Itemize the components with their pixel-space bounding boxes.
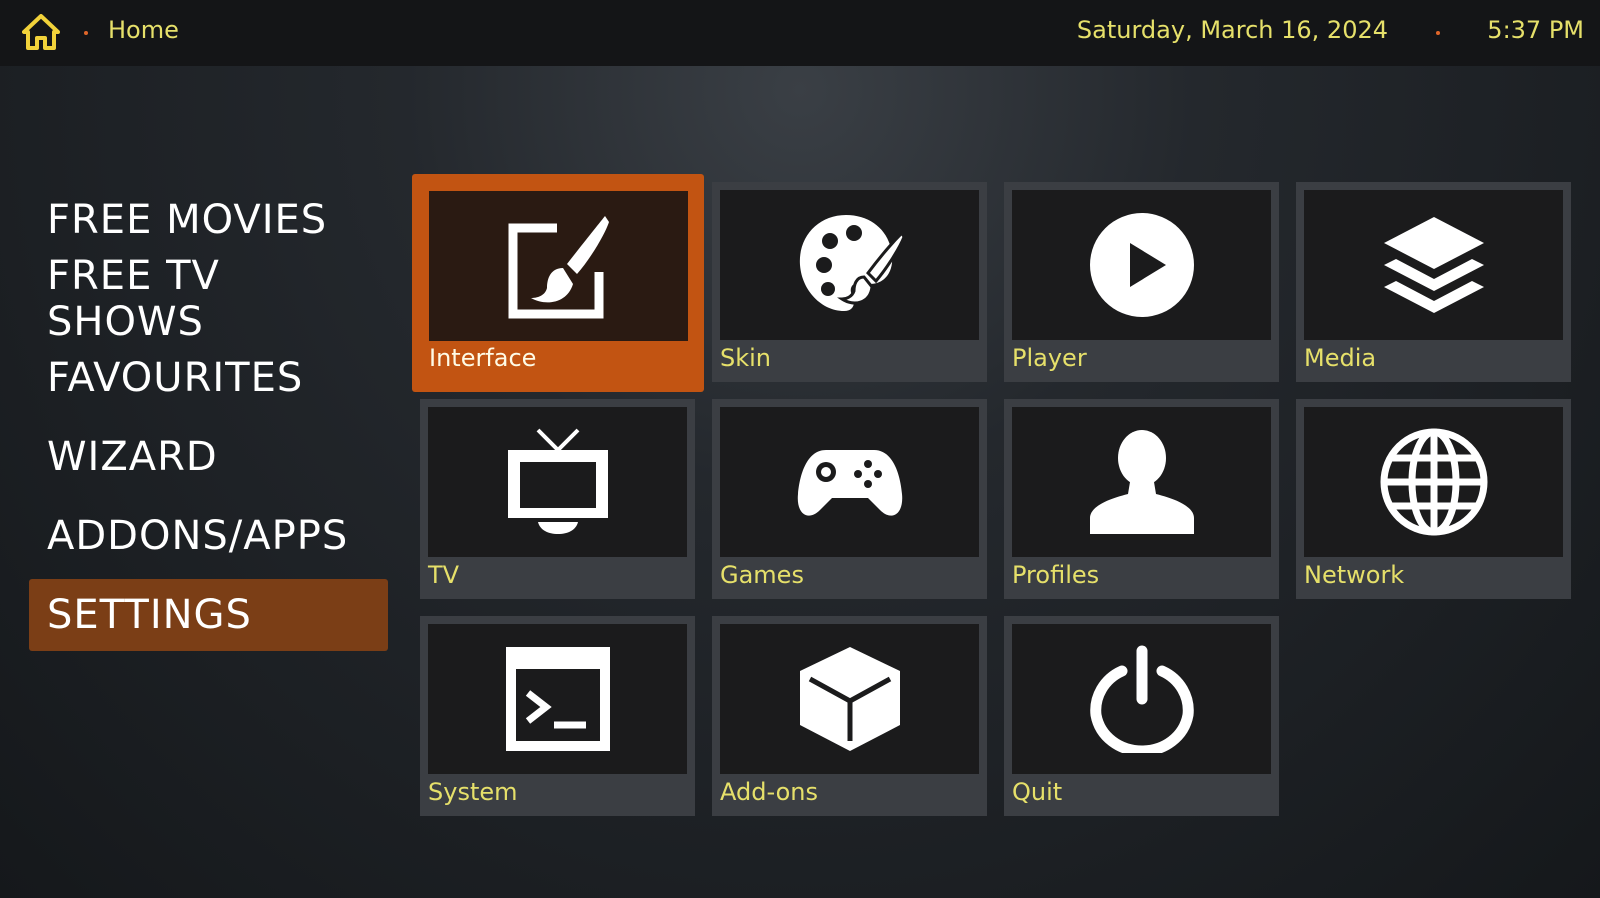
tile-label: Games: [720, 561, 804, 589]
menu-item-free-movies[interactable]: FREE MOVIES: [29, 184, 388, 256]
date-time-separator: [1436, 31, 1440, 35]
menu-item-wizard[interactable]: WIZARD: [29, 421, 388, 493]
tile-quit[interactable]: Quit: [1004, 616, 1279, 816]
tile-profiles[interactable]: Profiles: [1004, 399, 1279, 599]
layers-icon: [1383, 217, 1484, 313]
tile-label: TV: [428, 561, 460, 589]
tile-label: Profiles: [1012, 561, 1100, 589]
play-icon: [1089, 213, 1194, 317]
clock: 5:37 PM: [1487, 16, 1584, 44]
tile-media[interactable]: Media: [1296, 182, 1571, 382]
menu-item-settings[interactable]: SETTINGS: [29, 579, 388, 651]
tile-tv[interactable]: TV: [420, 399, 695, 599]
tile-label: Media: [1304, 344, 1377, 372]
date-display: Saturday, March 16, 2024: [1076, 16, 1388, 44]
user-icon: [1089, 430, 1194, 534]
main-menu: FREE MOVIES FREE TV SHOWS FAVOURITES WIZ…: [29, 184, 388, 658]
palette-icon: [799, 215, 904, 311]
tile-label: Quit: [1012, 778, 1063, 806]
home-icon[interactable]: [22, 14, 60, 50]
tile-label: Player: [1012, 344, 1087, 372]
menu-item-favourites[interactable]: FAVOURITES: [29, 342, 388, 414]
tile-label: Add-ons: [720, 778, 818, 806]
terminal-icon: [505, 647, 610, 751]
menu-item-free-tv-shows[interactable]: FREE TV SHOWS: [29, 253, 388, 345]
box-icon: [799, 647, 900, 751]
gamepad-icon: [797, 450, 902, 516]
tile-interface[interactable]: Interface: [412, 174, 704, 392]
tile-label: System: [428, 778, 518, 806]
power-icon: [1089, 645, 1194, 753]
tile-network[interactable]: Network: [1296, 399, 1571, 599]
breadcrumb: Home: [108, 16, 179, 44]
globe-icon: [1380, 428, 1487, 536]
tile-add-ons[interactable]: Add-ons: [712, 616, 987, 816]
tile-system[interactable]: System: [420, 616, 695, 816]
tile-skin[interactable]: Skin: [712, 182, 987, 382]
tile-player[interactable]: Player: [1004, 182, 1279, 382]
menu-item-addons-apps[interactable]: ADDONS/APPS: [29, 500, 388, 572]
tile-games[interactable]: Games: [712, 399, 987, 599]
tile-label: Network: [1304, 561, 1405, 589]
tile-label: Skin: [720, 344, 772, 372]
top-bar: Home Saturday, March 16, 2024 5:37 PM: [0, 0, 1600, 66]
tv-icon: [507, 428, 608, 534]
paintbrush-icon: [508, 216, 609, 319]
breadcrumb-separator: [84, 31, 88, 35]
tile-label: Interface: [429, 344, 537, 372]
